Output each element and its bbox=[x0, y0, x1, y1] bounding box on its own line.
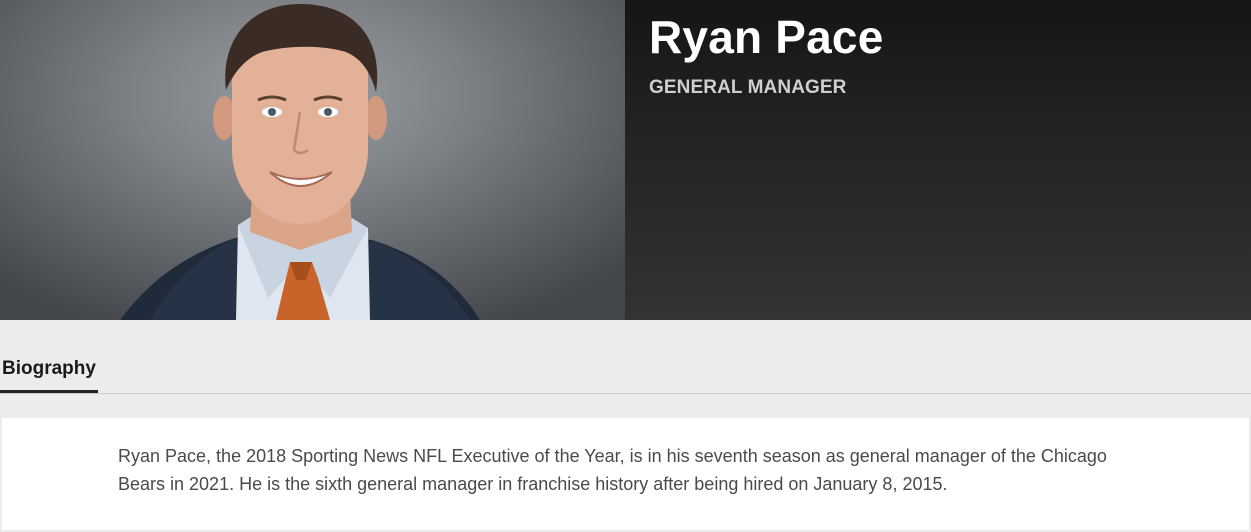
profile-page: Ryan Pace GENERAL MANAGER Biography Ryan… bbox=[0, 0, 1251, 532]
headshot-photo bbox=[0, 0, 625, 320]
biography-panel: Ryan Pace, the 2018 Sporting News NFL Ex… bbox=[2, 418, 1249, 530]
profile-title-panel: Ryan Pace GENERAL MANAGER bbox=[625, 0, 1251, 320]
profile-hero: Ryan Pace GENERAL MANAGER bbox=[0, 0, 1251, 320]
tab-biography[interactable]: Biography bbox=[0, 358, 98, 393]
profile-name: Ryan Pace bbox=[649, 11, 884, 63]
profile-tabs: Biography bbox=[0, 320, 1251, 394]
biography-text: Ryan Pace, the 2018 Sporting News NFL Ex… bbox=[118, 446, 1107, 494]
profile-role: GENERAL MANAGER bbox=[649, 77, 847, 98]
headshot-illustration bbox=[120, 4, 480, 320]
